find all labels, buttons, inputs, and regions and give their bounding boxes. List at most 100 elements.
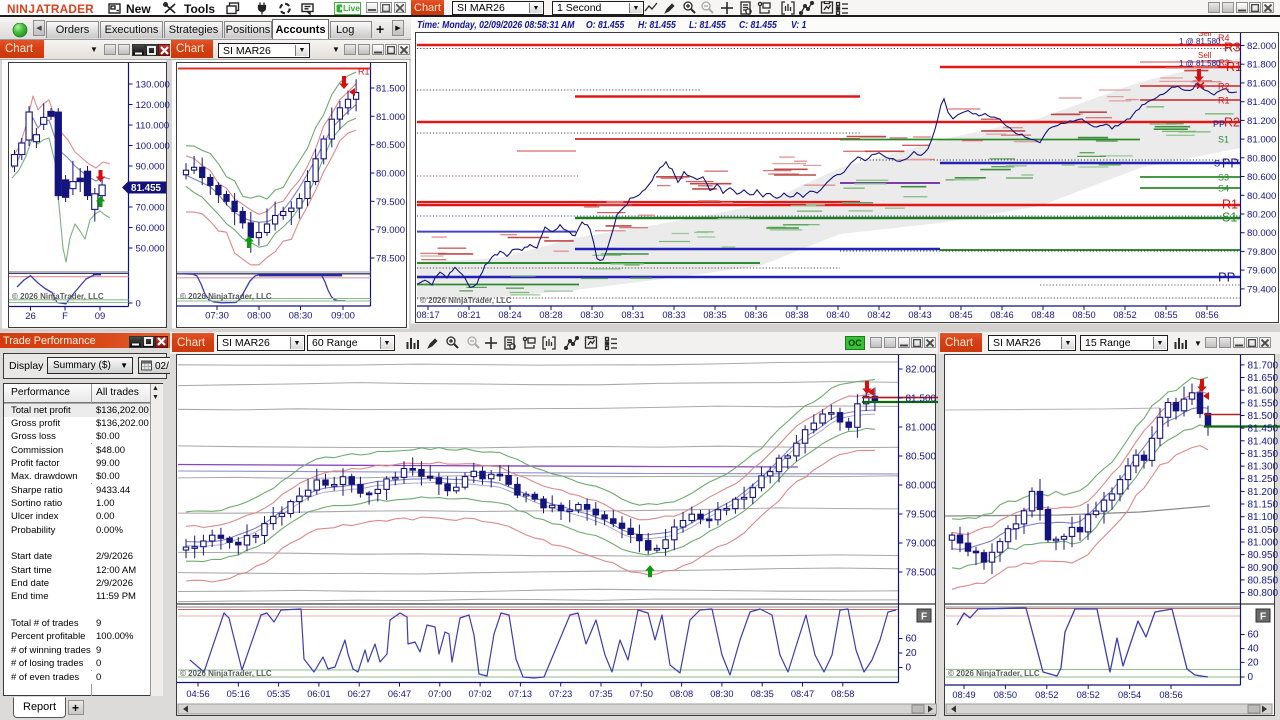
svg-text:81.200: 81.200 xyxy=(1247,116,1276,127)
svg-text:81.000: 81.000 xyxy=(1247,135,1276,146)
svg-text:08:50: 08:50 xyxy=(994,690,1017,700)
svg-text:81.400: 81.400 xyxy=(1248,436,1279,447)
svg-text:50.000: 50.000 xyxy=(136,244,165,255)
svg-text:08:35: 08:35 xyxy=(703,310,726,320)
svg-text:09:00: 09:00 xyxy=(331,311,355,322)
svg-text:78.500: 78.500 xyxy=(376,254,405,265)
svg-text:08:58: 08:58 xyxy=(831,689,854,699)
svg-text:81.500: 81.500 xyxy=(906,394,937,405)
svg-text:R1: R1 xyxy=(1226,60,1242,74)
svg-text:PP: PP xyxy=(1222,157,1239,171)
svg-text:R1: R1 xyxy=(1222,198,1238,212)
svg-text:08:43: 08:43 xyxy=(908,310,931,320)
svg-text:80.500: 80.500 xyxy=(376,140,405,151)
svg-text:90.000: 90.000 xyxy=(136,162,165,173)
svg-text:80.200: 80.200 xyxy=(1247,210,1276,221)
svg-text:81.600: 81.600 xyxy=(1248,386,1279,397)
svg-text:80.800: 80.800 xyxy=(1247,153,1276,164)
svg-text:07:50: 07:50 xyxy=(630,689,653,699)
svg-text:S1: S1 xyxy=(1218,135,1229,145)
svg-text:80.500: 80.500 xyxy=(906,452,937,463)
svg-text:05:35: 05:35 xyxy=(267,689,290,699)
svg-text:08:48: 08:48 xyxy=(1031,310,1054,320)
svg-text:60: 60 xyxy=(1248,630,1260,641)
svg-text:07:00: 07:00 xyxy=(428,689,451,699)
svg-text:80.950: 80.950 xyxy=(1248,550,1279,561)
svg-text:08:30: 08:30 xyxy=(580,310,603,320)
svg-text:81.250: 81.250 xyxy=(1248,474,1279,485)
svg-text:08:08: 08:08 xyxy=(670,689,693,699)
svg-text:81.700: 81.700 xyxy=(1248,360,1279,371)
svg-text:81.350: 81.350 xyxy=(1248,449,1279,460)
svg-text:40: 40 xyxy=(1248,644,1260,655)
svg-text:© 2026 NinjaTrader, LLC: © 2026 NinjaTrader, LLC xyxy=(12,292,104,301)
svg-text:81.800: 81.800 xyxy=(1247,60,1276,71)
svg-text:81.500: 81.500 xyxy=(376,84,405,95)
svg-text:79.600: 79.600 xyxy=(1247,266,1276,277)
svg-text:08:47: 08:47 xyxy=(791,689,814,699)
svg-text:80.000: 80.000 xyxy=(1247,228,1276,239)
svg-text:81.150: 81.150 xyxy=(1248,500,1279,511)
svg-text:08:38: 08:38 xyxy=(785,310,808,320)
svg-text:81.650: 81.650 xyxy=(1248,373,1279,384)
svg-text:81.050: 81.050 xyxy=(1248,525,1279,536)
svg-text:60.000: 60.000 xyxy=(136,223,165,234)
svg-text:80.900: 80.900 xyxy=(1248,563,1279,574)
svg-text:81.000: 81.000 xyxy=(906,423,937,434)
svg-text:R1: R1 xyxy=(1218,96,1230,106)
svg-text:08:46: 08:46 xyxy=(990,310,1013,320)
svg-text:1 @ 81.580: 1 @ 81.580 xyxy=(1179,59,1221,68)
svg-text:81.400: 81.400 xyxy=(1247,97,1276,108)
svg-text:80.600: 80.600 xyxy=(1247,172,1276,183)
svg-text:08:30: 08:30 xyxy=(289,311,313,322)
svg-text:08:52: 08:52 xyxy=(1035,690,1058,700)
svg-text:79.000: 79.000 xyxy=(906,539,937,550)
svg-text:08:28: 08:28 xyxy=(539,310,562,320)
svg-text:04:56: 04:56 xyxy=(186,689,209,699)
svg-text:05:16: 05:16 xyxy=(227,689,250,699)
svg-text:120.000: 120.000 xyxy=(136,100,170,111)
svg-text:08:00: 08:00 xyxy=(247,311,271,322)
svg-text:79.500: 79.500 xyxy=(906,510,937,521)
svg-text:© 2026 NinjaTrader, LLC: © 2026 NinjaTrader, LLC xyxy=(948,669,1040,678)
svg-text:07:02: 07:02 xyxy=(468,689,491,699)
svg-text:0: 0 xyxy=(1248,672,1254,683)
svg-text:08:45: 08:45 xyxy=(949,310,972,320)
svg-text:08:50: 08:50 xyxy=(1072,310,1095,320)
svg-text:08:24: 08:24 xyxy=(498,310,521,320)
svg-text:08:31: 08:31 xyxy=(621,310,644,320)
svg-text:08:56: 08:56 xyxy=(1159,690,1182,700)
svg-text:© 2026 NinjaTrader, LLC: © 2026 NinjaTrader, LLC xyxy=(180,669,272,678)
svg-text:26: 26 xyxy=(25,311,36,322)
svg-text:08:36: 08:36 xyxy=(744,310,767,320)
svg-text:81.000: 81.000 xyxy=(376,112,405,123)
svg-text:F: F xyxy=(62,311,68,322)
svg-text:70.000: 70.000 xyxy=(136,203,165,214)
svg-text:80.000: 80.000 xyxy=(906,481,937,492)
svg-text:79.400: 79.400 xyxy=(1247,284,1276,295)
svg-text:130.000: 130.000 xyxy=(136,80,170,91)
svg-text:81.000: 81.000 xyxy=(1248,538,1279,549)
svg-text:07:35: 07:35 xyxy=(589,689,612,699)
svg-text:81.600: 81.600 xyxy=(1247,78,1276,89)
svg-text:S4: S4 xyxy=(1218,184,1229,194)
svg-text:F: F xyxy=(1260,612,1266,623)
svg-text:06:47: 06:47 xyxy=(388,689,411,699)
svg-text:08:54: 08:54 xyxy=(1118,690,1141,700)
svg-text:R1: R1 xyxy=(358,67,370,77)
svg-text:06:27: 06:27 xyxy=(348,689,371,699)
svg-text:© 2026 NinjaTrader, LLC: © 2026 NinjaTrader, LLC xyxy=(180,292,272,301)
svg-text:08:52: 08:52 xyxy=(1113,310,1136,320)
svg-text:R3: R3 xyxy=(1224,40,1241,55)
svg-text:81.455: 81.455 xyxy=(131,183,162,194)
svg-text:08:30: 08:30 xyxy=(710,689,733,699)
svg-text:82.000: 82.000 xyxy=(1247,41,1276,52)
svg-text:81.200: 81.200 xyxy=(1248,487,1279,498)
svg-text:82.000: 82.000 xyxy=(906,365,937,376)
svg-text:81.500: 81.500 xyxy=(1248,411,1279,422)
svg-text:08:33: 08:33 xyxy=(662,310,685,320)
svg-text:08:56: 08:56 xyxy=(1195,310,1218,320)
svg-text:PP: PP xyxy=(1218,270,1235,285)
svg-text:1 @ 81.580: 1 @ 81.580 xyxy=(1179,37,1221,46)
svg-text:110.000: 110.000 xyxy=(136,121,170,132)
